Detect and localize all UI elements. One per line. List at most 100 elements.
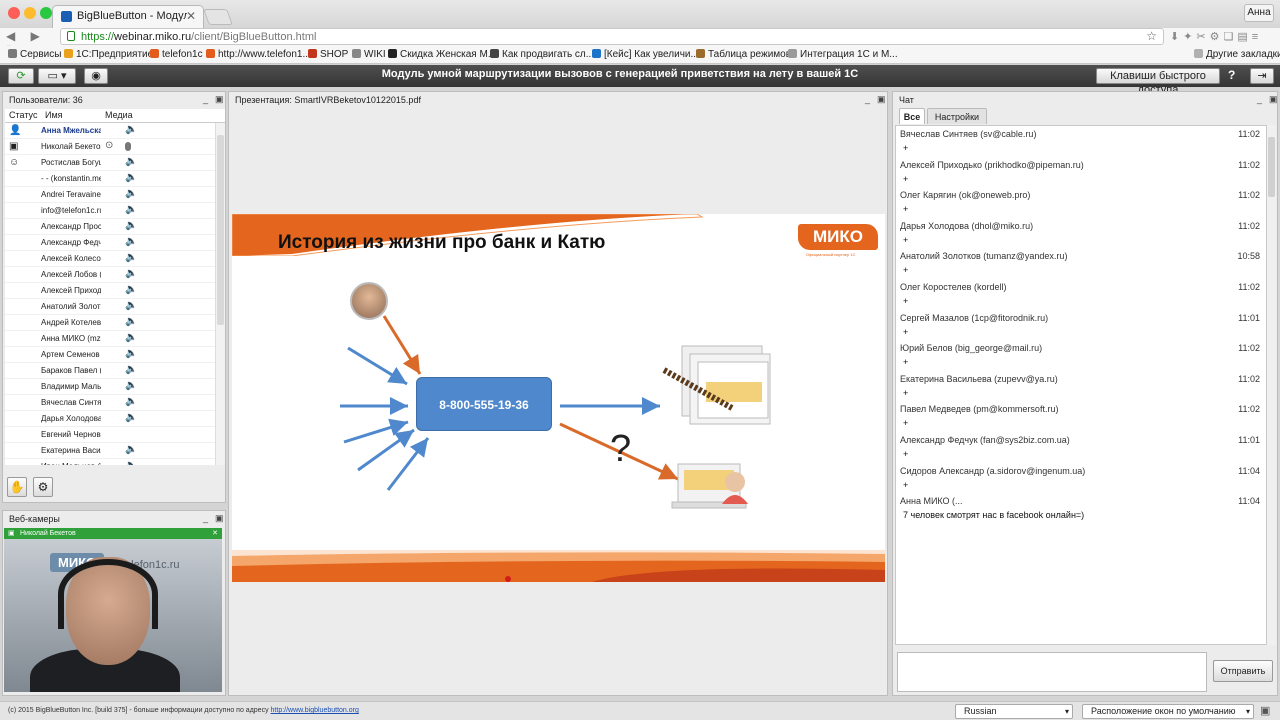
minimize-icon[interactable]: _ [865, 94, 870, 104]
layout-select[interactable]: Расположение окон по умолчанию ▾ [1082, 704, 1254, 719]
speaker-icon[interactable]: 🔈 [125, 444, 137, 455]
scroll-thumb[interactable] [1268, 137, 1275, 197]
scroll-thumb[interactable] [217, 135, 224, 325]
microphone-icon[interactable] [125, 142, 131, 151]
close-webcam-icon[interactable]: ✕ [212, 528, 218, 539]
user-row[interactable]: Александр Федчук 🔈 [5, 235, 215, 251]
tab-close-icon[interactable]: ✕ [186, 9, 196, 23]
nav-buttons[interactable]: ◀ ▶ ↻ [6, 29, 58, 57]
extension-icons[interactable]: ⬇✦✂⚙❏▤≡ [1170, 30, 1276, 44]
bookmark-telefon1c[interactable]: telefon1c [150, 49, 203, 60]
bookmark-1c[interactable]: 1С:Предприятие [64, 49, 153, 60]
speaker-icon[interactable]: 🔈 [125, 188, 137, 199]
webcam-icon[interactable]: ⊙ [105, 140, 113, 151]
bookmark-discount[interactable]: Скидка Женская М... [388, 49, 496, 60]
speaker-icon[interactable]: 🔈 [125, 300, 137, 311]
chat-input[interactable] [897, 652, 1207, 692]
speaker-icon[interactable]: 🔈 [125, 236, 137, 247]
tab-all[interactable]: Все [899, 108, 925, 124]
send-button[interactable]: Отправить [1213, 660, 1273, 682]
speaker-icon[interactable]: 🔈 [125, 124, 137, 135]
speaker-icon[interactable]: 🔈 [125, 364, 137, 375]
speaker-icon[interactable]: 🔈 [125, 332, 137, 343]
profile-button[interactable]: Анна [1244, 4, 1274, 22]
bookmark-shop[interactable]: SHOP [308, 49, 348, 60]
help-button[interactable]: ? [1228, 68, 1242, 82]
user-row[interactable]: Алексей Лобов (L 🔈 [5, 267, 215, 283]
bookmark-integration[interactable]: Интеграция 1С и М... [788, 49, 898, 60]
bbb-link[interactable]: http://www.bigbluebutton.org [271, 707, 359, 714]
users-scrollbar[interactable] [215, 123, 225, 465]
user-row[interactable]: Дарья Холодова (🔈 [5, 411, 215, 427]
user-row[interactable]: Вячеслав Синтяе 🔈 [5, 395, 215, 411]
minimize-icon[interactable]: _ [203, 94, 208, 104]
user-row[interactable]: ▣ Николай Бекетов ⊙ [5, 139, 215, 155]
hotkeys-button[interactable]: Клавиши быстрого доступа [1096, 68, 1220, 96]
bbb-logo-button[interactable]: ⟳ [8, 68, 34, 84]
user-row[interactable]: Алексей Колесов 🔈 [5, 251, 215, 267]
resize-icon[interactable]: ▣ [1260, 704, 1270, 717]
user-row[interactable]: ☺ Ростислав Богуш 🔈 [5, 155, 215, 171]
maximize-icon[interactable]: ▣ [877, 94, 886, 105]
user-row[interactable]: Владимир Мальц 🔈 [5, 379, 215, 395]
zoom-window-icon[interactable] [40, 7, 52, 19]
address-bar[interactable]: https://webinar.miko.ru/client/BigBlueBu… [60, 28, 1164, 45]
maximize-icon[interactable]: ▣ [215, 513, 224, 524]
tab-settings[interactable]: Настройки [927, 108, 987, 124]
browser-tab-active[interactable]: BigBlueButton - Модуль умной маршрутизац… [52, 5, 204, 28]
bookmark-promote[interactable]: Как продвигать сл... [490, 49, 594, 60]
col-status[interactable]: Статус [9, 110, 37, 120]
speaker-icon[interactable]: 🔈 [125, 172, 137, 183]
speaker-icon[interactable]: 🔈 [125, 316, 137, 327]
bookmark-case[interactable]: [Кейс] Как увеличи... [592, 49, 699, 60]
share-desktop-button[interactable]: ▭ ▾ [38, 68, 76, 84]
bookmark-wiki[interactable]: WIKI [352, 49, 386, 60]
webcam-video[interactable]: МИКО telefon1c.ru Николай Бекетов ▣ ✕ [4, 528, 222, 692]
speaker-icon[interactable]: 🔈 [125, 220, 137, 231]
col-name[interactable]: Имя [45, 110, 63, 120]
speaker-icon[interactable]: 🔈 [125, 252, 137, 263]
user-row[interactable]: Анатолий Золотк 🔈 [5, 299, 215, 315]
logout-button[interactable]: ⇥ [1250, 68, 1274, 84]
speaker-icon[interactable]: 🔈 [125, 412, 137, 423]
speaker-icon[interactable]: 🔈 [125, 156, 137, 167]
record-button[interactable]: ◉ [84, 68, 108, 84]
chat-scrollbar[interactable] [1267, 125, 1276, 645]
user-row[interactable]: Артем Семенов (🔈 [5, 347, 215, 363]
bookmark-star-icon[interactable]: ☆ [1146, 29, 1157, 43]
maximize-icon[interactable]: ▣ [1269, 94, 1278, 105]
user-row[interactable]: Анна МИКО (mzh 🔈 [5, 331, 215, 347]
bookmark-modes-table[interactable]: Таблица режимов [696, 49, 791, 60]
raise-hand-button[interactable]: ✋ [7, 477, 27, 497]
settings-button[interactable]: ⚙ [33, 477, 53, 497]
speaker-icon[interactable]: 🔈 [125, 284, 137, 295]
bookmark-telefon1c-url[interactable]: http://www.telefon1... [206, 49, 311, 60]
user-row[interactable]: Андрей Котелевск 🔈 [5, 315, 215, 331]
minimize-icon[interactable]: _ [1257, 94, 1262, 104]
user-row[interactable]: Алексей Приходь 🔈 [5, 283, 215, 299]
presentation-slide[interactable]: История из жизни про банк и Катю МИКО Оф… [232, 214, 885, 582]
col-media[interactable]: Медиа [105, 110, 133, 120]
bookmark-other[interactable]: Другие закладки [1194, 49, 1280, 60]
speaker-icon[interactable]: 🔈 [125, 380, 137, 391]
speaker-icon[interactable]: 🔈 [125, 396, 137, 407]
user-row[interactable]: Andrei Teravainen 🔈 [5, 187, 215, 203]
minimize-icon[interactable]: _ [203, 513, 208, 523]
user-row[interactable]: Александр Прост 🔈 [5, 219, 215, 235]
user-row[interactable]: Екатерина Васил 🔈 [5, 443, 215, 459]
user-row[interactable]: Иван Мальцев (iv 🔈 [5, 459, 215, 465]
minimize-window-icon[interactable] [24, 7, 36, 19]
speaker-icon[interactable]: 🔈 [125, 268, 137, 279]
user-row[interactable]: - - (konstantin.mel 🔈 [5, 171, 215, 187]
speaker-icon[interactable]: 🔈 [125, 204, 137, 215]
user-row[interactable]: info@telefon1c.ru 🔈 [5, 203, 215, 219]
close-window-icon[interactable] [8, 7, 20, 19]
user-row[interactable]: Евгений Чернов ( [5, 427, 215, 443]
bookmark-services[interactable]: Сервисы [8, 49, 61, 60]
speaker-icon[interactable]: 🔈 [125, 348, 137, 359]
language-select[interactable]: Russian ▾ [955, 704, 1073, 719]
speaker-icon[interactable]: 🔈 [125, 460, 137, 465]
maximize-icon[interactable]: ▣ [215, 94, 224, 105]
user-row[interactable]: Бараков Павел (p 🔈 [5, 363, 215, 379]
user-row[interactable]: 👤 Анна Мжельская 🔈 [5, 123, 215, 139]
